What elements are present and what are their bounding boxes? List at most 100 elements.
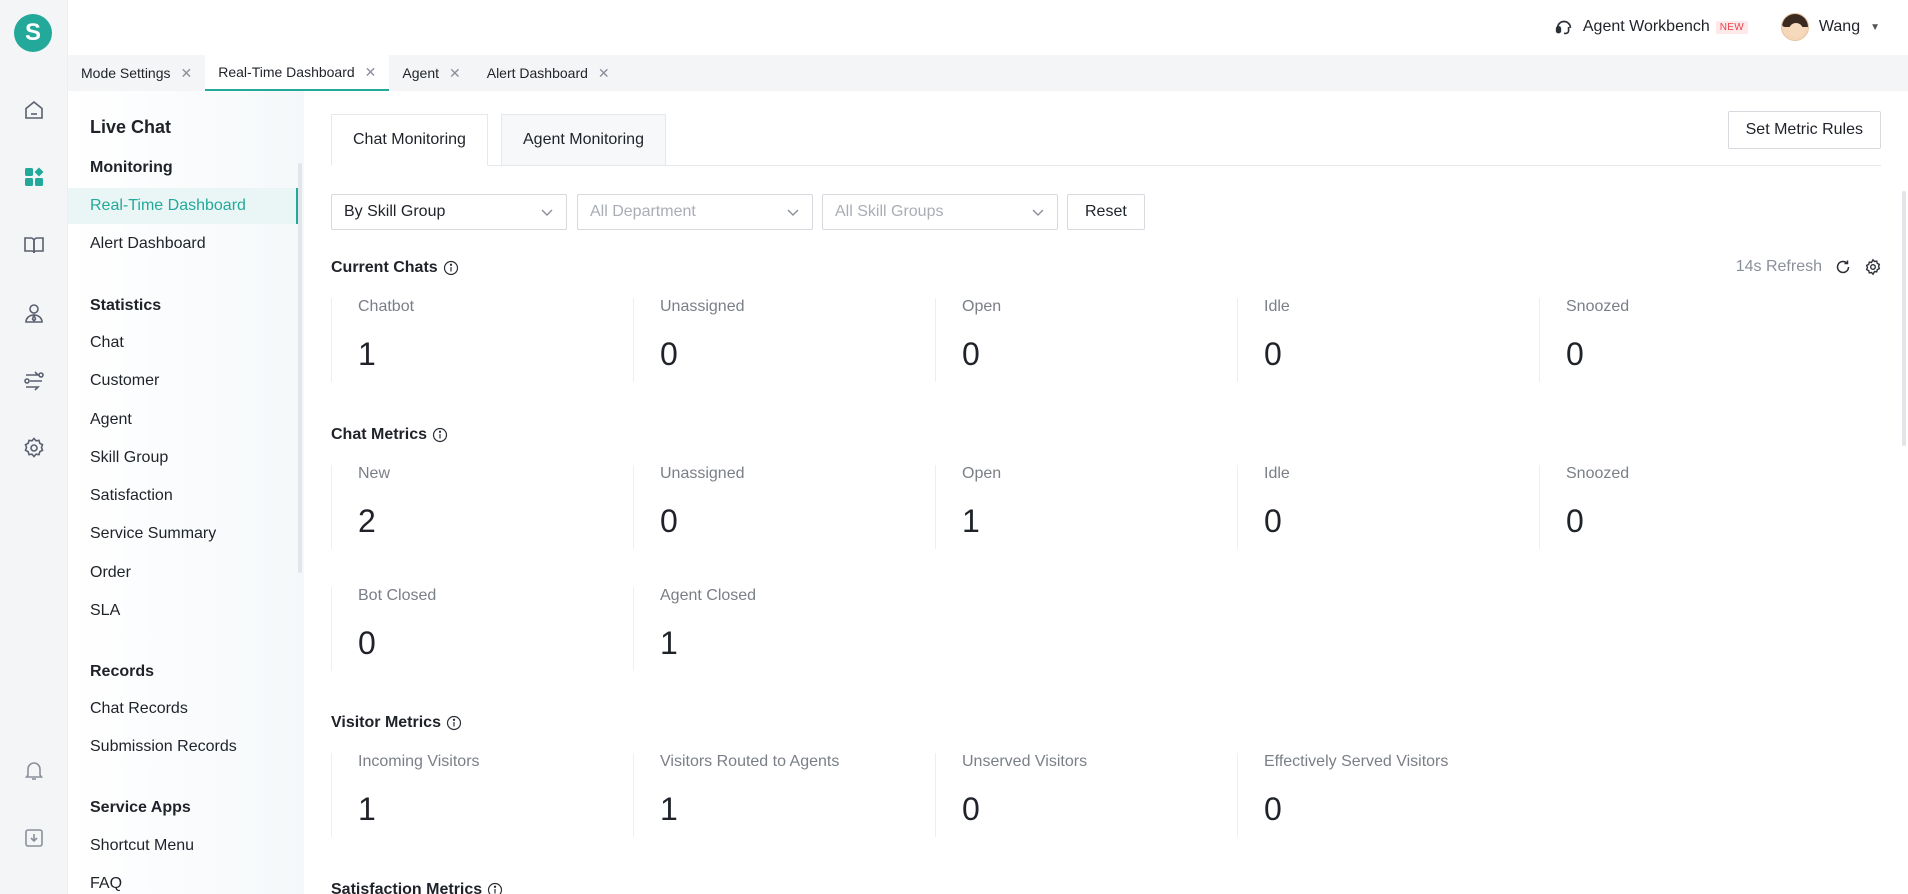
metric-card: Unassigned 0 xyxy=(633,465,935,549)
tab-label: Real-Time Dashboard xyxy=(218,64,355,80)
metric-value: 0 xyxy=(1566,336,1584,372)
refresh-icon[interactable] xyxy=(1834,258,1852,276)
metric-card: Idle 0 xyxy=(1237,465,1539,549)
app-logo[interactable]: S xyxy=(14,14,52,52)
sub-sidebar: Live Chat Monitoring Real-Time Dashboard… xyxy=(68,91,304,894)
metric-value: 0 xyxy=(660,503,678,539)
metric-label: Unassigned xyxy=(660,298,745,315)
department-select[interactable]: All Department xyxy=(577,194,813,230)
tab-label: Mode Settings xyxy=(81,65,171,81)
sidebar-item-customer[interactable]: Customer xyxy=(68,363,298,399)
info-icon[interactable] xyxy=(443,260,459,276)
metric-card: Visitors Routed to Agents 1 xyxy=(633,753,935,837)
nav-heading-service-apps: Service Apps xyxy=(90,799,191,816)
info-icon[interactable] xyxy=(432,427,448,443)
gear-icon[interactable] xyxy=(1864,258,1882,276)
sidebar-item-chat[interactable]: Chat xyxy=(68,325,298,361)
workspace-tab-strip: Mode Settings ✕ Real-Time Dashboard ✕ Ag… xyxy=(68,55,1908,91)
close-icon[interactable]: ✕ xyxy=(365,64,377,81)
section-title-text: Satisfaction Metrics xyxy=(331,881,483,894)
reset-button[interactable]: Reset xyxy=(1067,194,1145,230)
set-metric-rules-button[interactable]: Set Metric Rules xyxy=(1727,111,1881,149)
sidebar-title: Live Chat xyxy=(90,117,172,137)
sidebar-item-faq[interactable]: FAQ xyxy=(68,866,298,894)
metric-card: Unassigned 0 xyxy=(633,298,935,382)
user-menu[interactable]: Wang ▼ xyxy=(1780,13,1880,41)
sidebar-item-skill-group[interactable]: Skill Group xyxy=(68,440,298,476)
metric-card: Unserved Visitors 0 xyxy=(935,753,1237,837)
agent-workbench-link[interactable]: Agent Workbench NEW xyxy=(1553,16,1748,38)
info-icon[interactable] xyxy=(446,715,462,731)
metric-label: Idle xyxy=(1264,465,1290,482)
metric-label: Incoming Visitors xyxy=(358,753,480,770)
tab-mode-settings[interactable]: Mode Settings ✕ xyxy=(68,55,205,91)
routing-icon[interactable] xyxy=(21,368,47,394)
close-icon[interactable]: ✕ xyxy=(449,65,461,82)
top-bar: Agent Workbench NEW Wang ▼ xyxy=(68,0,1908,55)
department-placeholder: All Department xyxy=(590,203,696,220)
sidebar-item-sla[interactable]: SLA xyxy=(68,593,298,629)
user-name: Wang xyxy=(1818,18,1861,35)
close-icon[interactable]: ✕ xyxy=(598,65,610,82)
sidebar-item-shortcut-menu[interactable]: Shortcut Menu xyxy=(68,828,298,864)
sidebar-item-agent[interactable]: Agent xyxy=(68,402,298,438)
sidebar-item-satisfaction[interactable]: Satisfaction xyxy=(68,478,298,514)
agent-workbench-label: Agent Workbench xyxy=(1582,18,1710,35)
metric-value: 1 xyxy=(358,791,376,827)
home-icon[interactable] xyxy=(21,97,47,123)
info-icon[interactable] xyxy=(487,882,503,894)
section-title-text: Current Chats xyxy=(331,259,438,276)
metric-label: Effectively Served Visitors xyxy=(1264,753,1449,770)
sidebar-item-submission-records[interactable]: Submission Records xyxy=(68,729,298,765)
avatar xyxy=(1780,13,1809,41)
metric-value: 0 xyxy=(1264,503,1282,539)
sidebar-item-alert-dashboard[interactable]: Alert Dashboard xyxy=(68,226,298,262)
metric-value: 0 xyxy=(358,625,376,661)
section-current-chats: Current Chats xyxy=(331,259,459,277)
sidebar-item-real-time-dashboard[interactable]: Real-Time Dashboard xyxy=(68,188,298,224)
metric-label: Unserved Visitors xyxy=(962,753,1088,770)
tab-chat-monitoring[interactable]: Chat Monitoring xyxy=(331,114,488,166)
sidebar-item-chat-records[interactable]: Chat Records xyxy=(68,691,298,727)
settings-icon[interactable] xyxy=(21,435,47,461)
group-by-value: By Skill Group xyxy=(344,203,446,220)
tab-label: Alert Dashboard xyxy=(486,65,588,81)
sidebar-scrollbar[interactable] xyxy=(298,163,302,573)
close-icon[interactable]: ✕ xyxy=(181,65,193,82)
download-icon[interactable] xyxy=(21,825,47,851)
metric-card: Open 0 xyxy=(935,298,1237,382)
metric-value: 0 xyxy=(1566,503,1584,539)
nav-heading-statistics: Statistics xyxy=(90,297,162,314)
customer-icon[interactable] xyxy=(21,300,47,326)
sidebar-item-order[interactable]: Order xyxy=(68,555,298,591)
section-title-text: Chat Metrics xyxy=(331,426,428,443)
chevron-down-icon xyxy=(541,209,553,216)
main-scrollbar[interactable] xyxy=(1902,191,1906,446)
metric-label: Open xyxy=(962,298,1002,315)
metric-card: Snoozed 0 xyxy=(1539,465,1841,549)
metric-label: New xyxy=(358,465,391,482)
skill-groups-placeholder: All Skill Groups xyxy=(835,203,944,220)
new-badge: NEW xyxy=(1715,20,1748,34)
metric-label: Open xyxy=(962,465,1002,482)
dashboard-icon[interactable] xyxy=(21,164,47,190)
metric-value: 1 xyxy=(660,791,678,827)
metric-card: Effectively Served Visitors 0 xyxy=(1237,753,1539,837)
tab-agent-monitoring[interactable]: Agent Monitoring xyxy=(501,114,666,166)
metric-value: 1 xyxy=(358,336,376,372)
group-by-select[interactable]: By Skill Group xyxy=(331,194,567,230)
metric-label: Chatbot xyxy=(358,298,415,315)
tab-alert-dashboard[interactable]: Alert Dashboard ✕ xyxy=(474,55,623,91)
skill-groups-select[interactable]: All Skill Groups xyxy=(822,194,1058,230)
sidebar-item-service-summary[interactable]: Service Summary xyxy=(68,516,298,552)
tab-real-time-dashboard[interactable]: Real-Time Dashboard ✕ xyxy=(205,55,390,91)
chevron-down-icon xyxy=(1032,209,1044,216)
section-title-text: Visitor Metrics xyxy=(331,714,441,731)
metric-card: New 2 xyxy=(331,465,633,549)
section-satisfaction-metrics: Satisfaction Metrics xyxy=(331,881,503,894)
metric-label: Snoozed xyxy=(1566,465,1630,482)
metric-value: 2 xyxy=(358,503,376,539)
notification-bell-icon[interactable] xyxy=(21,757,47,783)
tab-agent[interactable]: Agent ✕ xyxy=(389,55,473,91)
knowledge-book-icon[interactable] xyxy=(21,232,47,258)
